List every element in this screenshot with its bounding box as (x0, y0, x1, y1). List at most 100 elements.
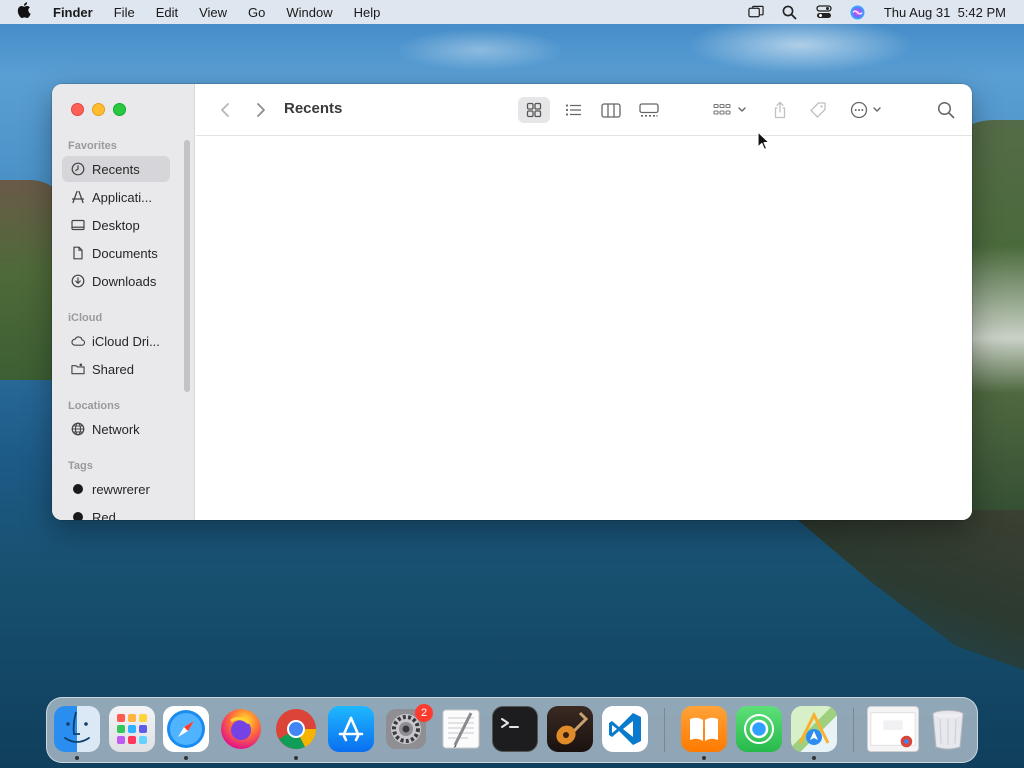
dock-launchpad[interactable] (109, 706, 155, 752)
window-title: Recents (284, 100, 343, 117)
zoom-window-button[interactable] (113, 103, 126, 116)
back-icon (221, 103, 229, 117)
sidebar-tag-red[interactable]: Red (62, 504, 170, 520)
siri-icon[interactable] (850, 4, 866, 20)
textedit-icon (442, 709, 480, 749)
sidebar-item-label: Red (92, 509, 116, 521)
sidebar-item-label: Desktop (92, 217, 140, 233)
dock-trash[interactable] (925, 706, 971, 752)
globe-icon (71, 422, 85, 436)
dock-maps[interactable] (791, 706, 837, 752)
tag-color-dot (73, 512, 83, 520)
column-view-icon (601, 102, 621, 118)
menu-go[interactable]: Go (248, 5, 265, 20)
chrome-window-thumbnail-icon (870, 712, 916, 748)
sidebar-item-desktop[interactable]: Desktop (62, 212, 170, 238)
dock-system-settings[interactable]: 2 (383, 704, 433, 752)
applications-icon (71, 190, 85, 204)
tag-button[interactable] (806, 97, 830, 123)
sidebar-item-icloud-drive[interactable]: iCloud Dri... (62, 328, 170, 354)
sidebar-item-downloads[interactable]: Downloads (62, 268, 170, 294)
sidebar-tag-rewwrerer[interactable]: rewwrerer (62, 476, 170, 502)
sidebar-item-applications[interactable]: Applicati... (62, 184, 170, 210)
dock-safari[interactable] (163, 706, 209, 752)
dock-vscode[interactable] (602, 706, 648, 752)
screen-mirroring-icon[interactable] (748, 4, 764, 20)
finder-sidebar: Favorites Recents Applicati... Desktop D… (52, 84, 195, 520)
notification-badge: 2 (415, 704, 433, 722)
minimize-window-button[interactable] (92, 103, 105, 116)
sidebar-item-label: Network (92, 421, 140, 437)
document-icon (73, 246, 83, 260)
finder-content-area[interactable] (196, 137, 972, 520)
back-button[interactable] (216, 97, 234, 123)
find-my-icon (744, 714, 774, 744)
menu-help[interactable]: Help (354, 5, 381, 20)
menu-file[interactable]: File (114, 5, 135, 20)
dock-app-store[interactable] (328, 706, 374, 752)
gallery-view-button[interactable] (634, 97, 664, 123)
sidebar-item-recents[interactable]: Recents (62, 156, 170, 182)
sidebar-item-shared[interactable]: Shared (62, 356, 170, 382)
close-window-button[interactable] (71, 103, 84, 116)
dock-firefox[interactable] (218, 706, 264, 752)
clock-icon (71, 162, 85, 176)
download-icon (71, 274, 85, 288)
finder-icon (64, 711, 90, 743)
column-view-button[interactable] (596, 97, 626, 123)
sidebar-item-label: Downloads (92, 273, 157, 289)
dock-terminal[interactable] (492, 706, 538, 752)
sidebar-item-label: Applicati... (92, 189, 152, 205)
share-button[interactable] (768, 97, 792, 123)
sidebar-header-favorites: Favorites (68, 140, 117, 152)
dock-garageband[interactable] (547, 706, 593, 752)
safari-compass-icon (167, 710, 205, 748)
dock-find-my[interactable] (736, 706, 782, 752)
launchpad-icon (117, 714, 147, 744)
guitar-icon (556, 711, 589, 745)
dock-minimized-chrome-window[interactable] (867, 706, 919, 752)
apple-menu-icon[interactable] (17, 2, 39, 22)
dock-finder[interactable] (54, 706, 100, 752)
tag-icon (810, 102, 826, 118)
group-by-button[interactable] (710, 97, 752, 123)
running-indicator (812, 756, 816, 760)
search-button[interactable] (934, 97, 958, 123)
dock-chrome[interactable] (273, 706, 319, 752)
spotlight-icon[interactable] (782, 4, 798, 20)
sidebar-item-label: Shared (92, 361, 134, 377)
search-icon (937, 101, 955, 119)
control-center-icon[interactable] (816, 4, 832, 20)
menu-view[interactable]: View (199, 5, 227, 20)
sidebar-scrollbar[interactable] (184, 140, 190, 392)
dock-books[interactable] (681, 706, 727, 752)
more-actions-button[interactable] (848, 97, 888, 123)
list-view-button[interactable] (558, 97, 588, 123)
sidebar-item-documents[interactable]: Documents (62, 240, 170, 266)
menubar-clock[interactable]: Thu Aug 31 5:42 PM (884, 5, 1006, 20)
mouse-pointer-icon (757, 131, 770, 150)
more-actions-icon (850, 101, 881, 119)
icon-view-button[interactable] (518, 97, 550, 123)
running-indicator (702, 756, 706, 760)
sidebar-item-label: Recents (92, 161, 140, 177)
shared-folder-icon (71, 363, 85, 375)
menu-window[interactable]: Window (286, 5, 332, 20)
forward-button[interactable] (252, 97, 270, 123)
sidebar-header-tags: Tags (68, 460, 93, 472)
dock-separator (664, 708, 665, 752)
dock-separator (853, 708, 854, 752)
dock: 2 (46, 697, 978, 763)
menu-app-name[interactable]: Finder (53, 5, 93, 20)
maps-icon (798, 711, 830, 745)
sidebar-item-network[interactable]: Network (62, 416, 170, 442)
menu-edit[interactable]: Edit (156, 5, 178, 20)
group-by-icon (713, 103, 746, 115)
forward-icon (257, 103, 265, 117)
sidebar-item-label: rewwrerer (92, 481, 150, 497)
finder-window: Favorites Recents Applicati... Desktop D… (52, 84, 972, 520)
cloud-icon (71, 336, 85, 346)
trash-icon (932, 710, 964, 750)
share-icon (774, 101, 786, 119)
dock-textedit[interactable] (438, 706, 484, 752)
